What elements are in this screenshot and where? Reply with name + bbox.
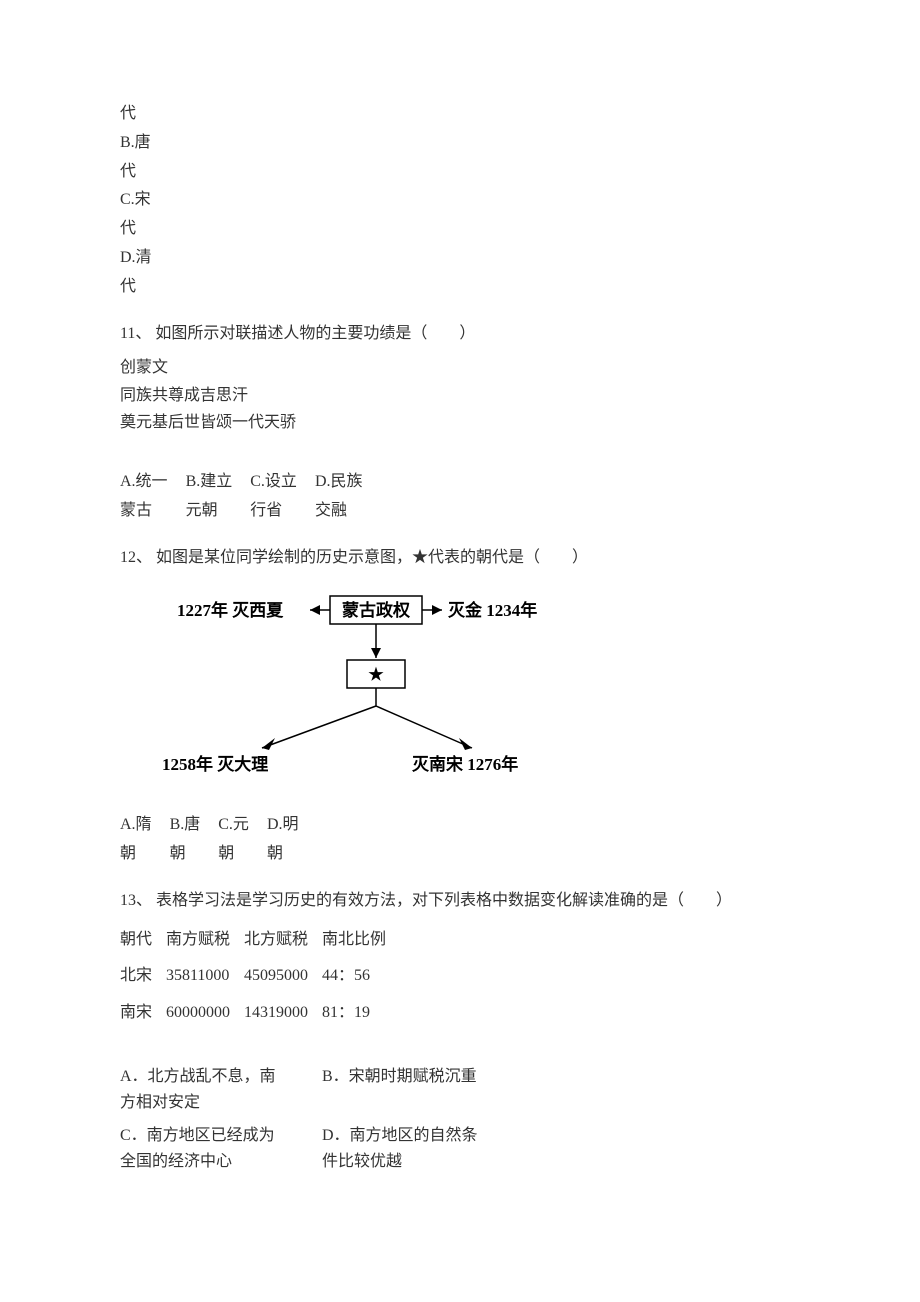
q11-option-b: B.建立 元朝 [186,468,233,526]
branch-line [376,706,472,748]
couplet-line: 创蒙文 [120,354,800,381]
q12-diagram: 蒙古政权 1227年 灭西夏 灭金 1234年 ★ [142,588,800,799]
table-header: 朝代 [120,922,166,959]
table-cell: 45095000 [244,958,322,995]
q12-options: A.隋 朝 B.唐 朝 C.元 朝 D.明 朝 [120,811,800,869]
table-cell: 35811000 [166,958,244,995]
q11-option-c: C.设立 行省 [250,468,297,526]
table-cell: 81：19 [322,995,400,1032]
option-text: 行省 [250,497,282,526]
table-row: 朝代 南方赋税 北方赋税 南北比例 [120,922,400,959]
q12-option-a: A.隋 朝 [120,811,152,869]
q13-table: 朝代 南方赋税 北方赋税 南北比例 北宋 35811000 45095000 4… [120,922,400,1032]
option-text: D.明 [267,811,299,840]
q13-stem: 13、 表格学习法是学习历史的有效方法，对下列表格中数据变化解读准确的是（ ） [120,887,800,916]
arrow-head-icon [310,605,320,615]
table-cell: 60000000 [166,995,244,1032]
q11-option-a: A.统一 蒙古 [120,468,168,526]
q11-option-d: D.民族 交融 [315,468,363,526]
prev-question-options: 代 B.唐 代 C.宋 代 D.清 代 [120,100,800,302]
couplet-line: 同族共尊成吉思汗 [120,382,800,409]
arrow-head-icon [459,738,472,750]
table-row: 南宋 60000000 14319000 81：19 [120,995,400,1032]
prev-opt-line: C.宋 [120,186,800,215]
diagram-label-br: 灭南宋 1276年 [411,754,518,774]
branch-line [262,706,376,748]
table-cell: 北宋 [120,958,166,995]
table-cell: 南宋 [120,995,166,1032]
question-12: 12、 如图是某位同学绘制的历史示意图，★代表的朝代是（ ） 蒙古政权 1227… [120,544,800,869]
diagram-label-right: 灭金 1234年 [447,600,537,620]
table-header: 北方赋税 [244,922,322,959]
prev-opt-line: 代 [120,100,800,129]
q11-couplet: 创蒙文 同族共尊成吉思汗 奠元基后世皆颂一代天骄 [120,354,800,436]
option-text: 朝 [170,840,186,869]
q13-option-d: D．南方地区的自然条件比较优越 [322,1123,492,1174]
option-text: 蒙古 [120,497,152,526]
table-cell: 14319000 [244,995,322,1032]
q11-stem: 11、 如图所示对联描述人物的主要功绩是（ ） [120,320,800,349]
q12-option-c: C.元 朝 [218,811,249,869]
q13-options-row1: A．北方战乱不息，南方相对安定 B．宋朝时期赋税沉重 [120,1064,800,1115]
q13-option-c: C．南方地区已经成为全国的经济中心 [120,1123,290,1174]
option-text: B.唐 [170,811,201,840]
option-text: C.设立 [250,468,297,497]
diagram-svg: 蒙古政权 1227年 灭西夏 灭金 1234年 ★ [142,588,572,788]
option-text: C.元 [218,811,249,840]
arrow-head-icon [432,605,442,615]
couplet-line: 奠元基后世皆颂一代天骄 [120,409,800,436]
option-text: 交融 [315,497,347,526]
q11-options: A.统一 蒙古 B.建立 元朝 C.设立 行省 D.民族 交融 [120,468,800,526]
option-text: A.统一 [120,468,168,497]
table-cell: 44：56 [322,958,400,995]
q12-stem: 12、 如图是某位同学绘制的历史示意图，★代表的朝代是（ ） [120,544,800,573]
option-text: A.隋 [120,811,152,840]
option-text: 朝 [267,840,283,869]
q13-option-b: B．宋朝时期赋税沉重 [322,1064,492,1115]
arrow-head-icon [371,648,381,658]
prev-opt-line: B.唐 [120,129,800,158]
prev-opt-line: D.清 [120,244,800,273]
table-header: 南方赋税 [166,922,244,959]
q13-option-a: A．北方战乱不息，南方相对安定 [120,1064,290,1115]
table-row: 北宋 35811000 45095000 44：56 [120,958,400,995]
q13-options-row2: C．南方地区已经成为全国的经济中心 D．南方地区的自然条件比较优越 [120,1123,800,1174]
prev-opt-line: 代 [120,158,800,187]
prev-opt-line: 代 [120,273,800,302]
prev-opt-line: 代 [120,215,800,244]
q12-option-b: B.唐 朝 [170,811,201,869]
diagram-label-left: 1227年 灭西夏 [177,600,284,620]
question-11: 11、 如图所示对联描述人物的主要功绩是（ ） 创蒙文 同族共尊成吉思汗 奠元基… [120,320,800,526]
option-text: D.民族 [315,468,363,497]
option-text: 朝 [218,840,234,869]
diagram-label-top: 蒙古政权 [342,600,411,620]
option-text: 元朝 [186,497,218,526]
diagram-label-bl: 1258年 灭大理 [162,754,268,774]
question-13: 13、 表格学习法是学习历史的有效方法，对下列表格中数据变化解读准确的是（ ） … [120,887,800,1175]
q12-option-d: D.明 朝 [267,811,299,869]
option-text: 朝 [120,840,136,869]
option-text: B.建立 [186,468,233,497]
table-header: 南北比例 [322,922,400,959]
star-icon: ★ [368,665,384,684]
